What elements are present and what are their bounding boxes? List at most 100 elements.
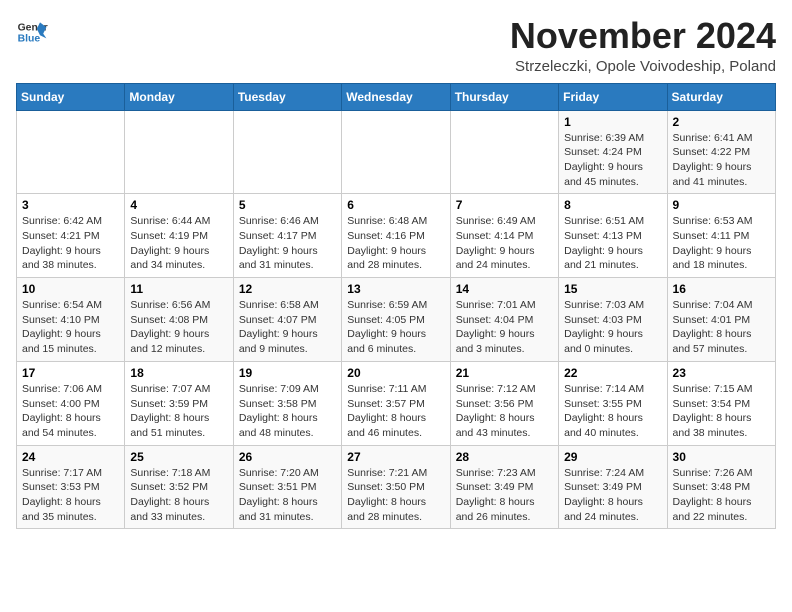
day-cell: 4 Sunrise: 6:44 AM Sunset: 4:19 PM Daylig… <box>125 194 233 278</box>
header-monday: Monday <box>125 83 233 110</box>
day-number: 10 <box>22 282 119 296</box>
header-tuesday: Tuesday <box>233 83 341 110</box>
day-info: Sunrise: 6:51 AM Sunset: 4:13 PM Dayligh… <box>564 214 661 273</box>
day-cell: 12 Sunrise: 6:58 AM Sunset: 4:07 PM Dayli… <box>233 278 341 362</box>
day-info: Sunrise: 7:04 AM Sunset: 4:01 PM Dayligh… <box>673 298 770 357</box>
day-cell: 9 Sunrise: 6:53 AM Sunset: 4:11 PM Daylig… <box>667 194 775 278</box>
day-info: Sunrise: 6:42 AM Sunset: 4:21 PM Dayligh… <box>22 214 119 273</box>
day-number: 1 <box>564 115 661 129</box>
day-cell: 8 Sunrise: 6:51 AM Sunset: 4:13 PM Daylig… <box>559 194 667 278</box>
day-info: Sunrise: 6:41 AM Sunset: 4:22 PM Dayligh… <box>673 131 770 190</box>
day-number: 13 <box>347 282 444 296</box>
day-number: 9 <box>673 198 770 212</box>
day-cell: 27 Sunrise: 7:21 AM Sunset: 3:50 PM Dayli… <box>342 445 450 529</box>
day-number: 28 <box>456 450 553 464</box>
day-info: Sunrise: 7:24 AM Sunset: 3:49 PM Dayligh… <box>564 466 661 525</box>
day-cell <box>125 110 233 194</box>
day-number: 26 <box>239 450 336 464</box>
day-number: 24 <box>22 450 119 464</box>
day-cell: 18Sunrise: 7:07 AM Sunset: 3:59 PM Dayli… <box>125 361 233 445</box>
day-number: 27 <box>347 450 444 464</box>
header-wednesday: Wednesday <box>342 83 450 110</box>
day-number: 22 <box>564 366 661 380</box>
day-cell: 2 Sunrise: 6:41 AM Sunset: 4:22 PM Daylig… <box>667 110 775 194</box>
day-number: 14 <box>456 282 553 296</box>
day-cell: 24Sunrise: 7:17 AM Sunset: 3:53 PM Dayli… <box>17 445 125 529</box>
week-row-2: 10 Sunrise: 6:54 AM Sunset: 4:10 PM Dayli… <box>17 278 776 362</box>
day-info: Sunrise: 7:06 AM Sunset: 4:00 PM Dayligh… <box>22 382 119 441</box>
day-info: Sunrise: 6:53 AM Sunset: 4:11 PM Dayligh… <box>673 214 770 273</box>
day-cell: 17 Sunrise: 7:06 AM Sunset: 4:00 PM Dayli… <box>17 361 125 445</box>
day-cell: 21 Sunrise: 7:12 AM Sunset: 3:56 PM Dayli… <box>450 361 558 445</box>
day-info: Sunrise: 7:11 AM Sunset: 3:57 PM Dayligh… <box>347 382 444 441</box>
day-number: 3 <box>22 198 119 212</box>
week-row-3: 17 Sunrise: 7:06 AM Sunset: 4:00 PM Dayli… <box>17 361 776 445</box>
day-cell: 5 Sunrise: 6:46 AM Sunset: 4:17 PM Daylig… <box>233 194 341 278</box>
day-cell: 29 Sunrise: 7:24 AM Sunset: 3:49 PM Dayli… <box>559 445 667 529</box>
day-info: Sunrise: 7:12 AM Sunset: 3:56 PM Dayligh… <box>456 382 553 441</box>
day-cell <box>17 110 125 194</box>
day-cell <box>233 110 341 194</box>
day-info: Sunrise: 6:44 AM Sunset: 4:19 PM Dayligh… <box>130 214 227 273</box>
day-info: Sunrise: 6:46 AM Sunset: 4:17 PM Dayligh… <box>239 214 336 273</box>
calendar-header-row: SundayMondayTuesdayWednesdayThursdayFrid… <box>17 83 776 110</box>
day-number: 16 <box>673 282 770 296</box>
day-number: 5 <box>239 198 336 212</box>
day-info: Sunrise: 6:54 AM Sunset: 4:10 PM Dayligh… <box>22 298 119 357</box>
day-info: Sunrise: 6:48 AM Sunset: 4:16 PM Dayligh… <box>347 214 444 273</box>
logo-icon: General Blue <box>16 16 48 48</box>
day-info: Sunrise: 7:03 AM Sunset: 4:03 PM Dayligh… <box>564 298 661 357</box>
day-info: Sunrise: 7:01 AM Sunset: 4:04 PM Dayligh… <box>456 298 553 357</box>
day-number: 30 <box>673 450 770 464</box>
day-info: Sunrise: 6:59 AM Sunset: 4:05 PM Dayligh… <box>347 298 444 357</box>
day-cell: 25 Sunrise: 7:18 AM Sunset: 3:52 PM Dayli… <box>125 445 233 529</box>
day-number: 29 <box>564 450 661 464</box>
day-info: Sunrise: 7:23 AM Sunset: 3:49 PM Dayligh… <box>456 466 553 525</box>
week-row-0: 1Sunrise: 6:39 AM Sunset: 4:24 PM Daylig… <box>17 110 776 194</box>
day-info: Sunrise: 7:26 AM Sunset: 3:48 PM Dayligh… <box>673 466 770 525</box>
day-info: Sunrise: 7:14 AM Sunset: 3:55 PM Dayligh… <box>564 382 661 441</box>
calendar-table: SundayMondayTuesdayWednesdayThursdayFrid… <box>16 83 776 530</box>
day-cell <box>450 110 558 194</box>
day-cell: 10 Sunrise: 6:54 AM Sunset: 4:10 PM Dayli… <box>17 278 125 362</box>
header-saturday: Saturday <box>667 83 775 110</box>
day-cell: 11Sunrise: 6:56 AM Sunset: 4:08 PM Dayli… <box>125 278 233 362</box>
week-row-4: 24Sunrise: 7:17 AM Sunset: 3:53 PM Dayli… <box>17 445 776 529</box>
day-cell: 20Sunrise: 7:11 AM Sunset: 3:57 PM Dayli… <box>342 361 450 445</box>
title-block: November 2024 Strzeleczki, Opole Voivode… <box>510 16 776 75</box>
day-number: 6 <box>347 198 444 212</box>
day-cell: 6 Sunrise: 6:48 AM Sunset: 4:16 PM Daylig… <box>342 194 450 278</box>
day-number: 8 <box>564 198 661 212</box>
day-number: 12 <box>239 282 336 296</box>
week-row-1: 3 Sunrise: 6:42 AM Sunset: 4:21 PM Daylig… <box>17 194 776 278</box>
day-cell: 7 Sunrise: 6:49 AM Sunset: 4:14 PM Daylig… <box>450 194 558 278</box>
day-cell: 13 Sunrise: 6:59 AM Sunset: 4:05 PM Dayli… <box>342 278 450 362</box>
day-info: Sunrise: 6:56 AM Sunset: 4:08 PM Dayligh… <box>130 298 227 357</box>
day-number: 7 <box>456 198 553 212</box>
day-cell: 16 Sunrise: 7:04 AM Sunset: 4:01 PM Dayli… <box>667 278 775 362</box>
page-header: General Blue November 2024 Strzeleczki, … <box>16 16 776 75</box>
day-number: 23 <box>673 366 770 380</box>
day-number: 4 <box>130 198 227 212</box>
day-cell: 22 Sunrise: 7:14 AM Sunset: 3:55 PM Dayli… <box>559 361 667 445</box>
day-info: Sunrise: 7:20 AM Sunset: 3:51 PM Dayligh… <box>239 466 336 525</box>
day-info: Sunrise: 7:15 AM Sunset: 3:54 PM Dayligh… <box>673 382 770 441</box>
day-info: Sunrise: 7:21 AM Sunset: 3:50 PM Dayligh… <box>347 466 444 525</box>
day-number: 21 <box>456 366 553 380</box>
day-info: Sunrise: 7:18 AM Sunset: 3:52 PM Dayligh… <box>130 466 227 525</box>
day-cell: 30 Sunrise: 7:26 AM Sunset: 3:48 PM Dayli… <box>667 445 775 529</box>
month-title: November 2024 <box>510 16 776 56</box>
header-friday: Friday <box>559 83 667 110</box>
day-number: 19 <box>239 366 336 380</box>
day-number: 2 <box>673 115 770 129</box>
day-number: 17 <box>22 366 119 380</box>
day-cell: 26 Sunrise: 7:20 AM Sunset: 3:51 PM Dayli… <box>233 445 341 529</box>
day-cell: 1Sunrise: 6:39 AM Sunset: 4:24 PM Daylig… <box>559 110 667 194</box>
svg-text:Blue: Blue <box>18 34 41 45</box>
day-info: Sunrise: 6:49 AM Sunset: 4:14 PM Dayligh… <box>456 214 553 273</box>
day-number: 25 <box>130 450 227 464</box>
day-info: Sunrise: 7:07 AM Sunset: 3:59 PM Dayligh… <box>130 382 227 441</box>
day-info: Sunrise: 6:58 AM Sunset: 4:07 PM Dayligh… <box>239 298 336 357</box>
logo: General Blue <box>16 16 48 48</box>
day-info: Sunrise: 7:09 AM Sunset: 3:58 PM Dayligh… <box>239 382 336 441</box>
